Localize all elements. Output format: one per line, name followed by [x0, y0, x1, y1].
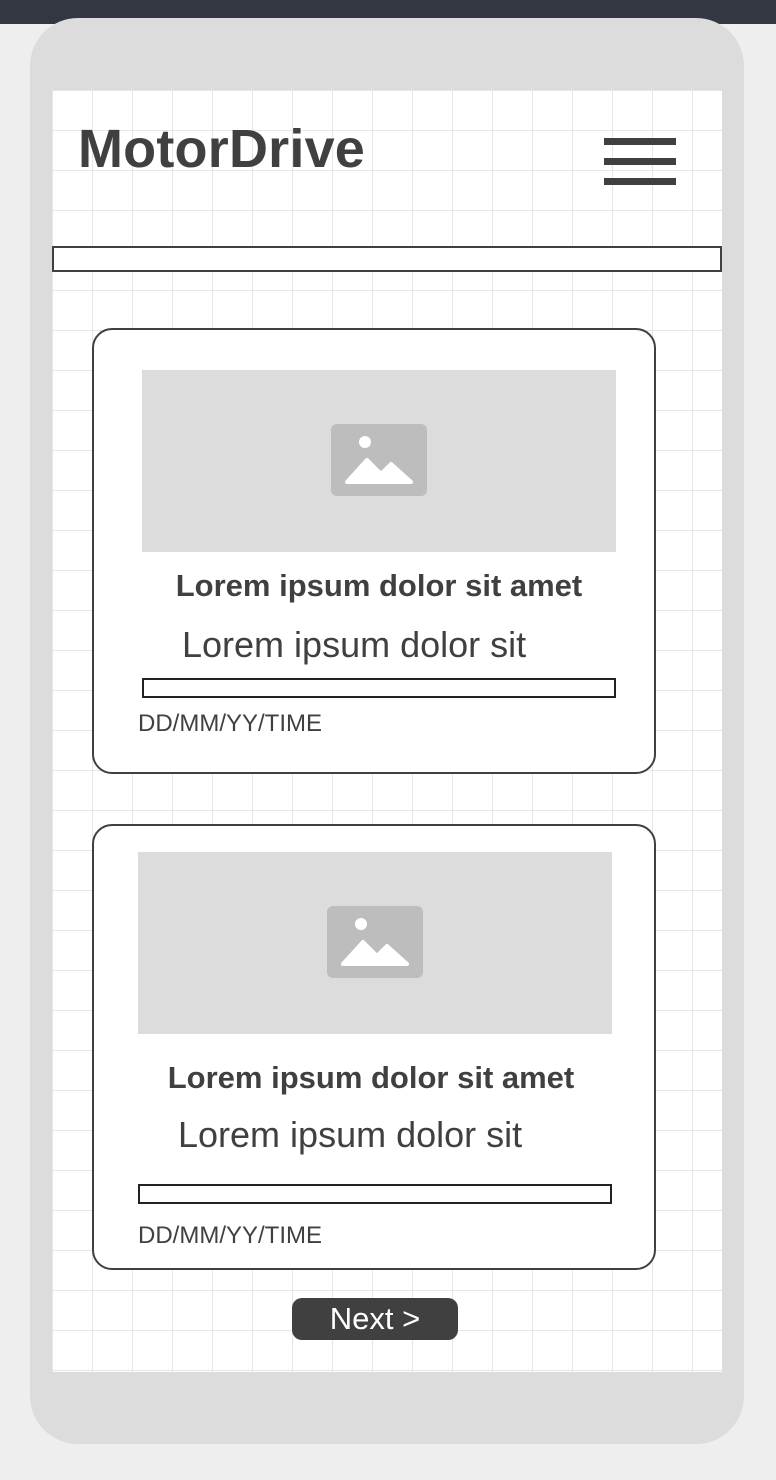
card-subtitle: Lorem ipsum dolor sit — [178, 1114, 523, 1155]
card-title: Lorem ipsum dolor sit amet — [167, 1060, 575, 1095]
hamburger-menu-icon[interactable] — [604, 138, 676, 186]
article-card[interactable]: Lorem ipsum dolor sit amet Lorem ipsum d… — [92, 328, 656, 774]
card-date: DD/MM/YY/TIME — [138, 710, 322, 737]
article-card[interactable]: Lorem ipsum dolor sit amet Lorem ipsum d… — [92, 824, 656, 1270]
card-image — [138, 852, 612, 1034]
menu-line — [604, 178, 676, 185]
card-progress-bar — [138, 1184, 612, 1204]
card-image — [142, 370, 616, 552]
card-progress-bar — [142, 678, 616, 698]
image-placeholder-icon — [331, 424, 427, 496]
card-title: Lorem ipsum dolor sit amet — [175, 568, 583, 603]
image-placeholder-icon — [327, 906, 423, 978]
menu-line — [604, 158, 676, 165]
card-date: DD/MM/YY/TIME — [138, 1222, 322, 1249]
search-bar[interactable] — [52, 246, 722, 272]
app-screen: MotorDrive Lorem ipsum dolor sit amet Lo… — [52, 90, 722, 1372]
menu-line — [604, 138, 676, 145]
brand-title: MotorDrive — [78, 119, 366, 179]
card-subtitle: Lorem ipsum dolor sit — [182, 624, 527, 665]
next-button[interactable]: Next > — [292, 1298, 458, 1340]
